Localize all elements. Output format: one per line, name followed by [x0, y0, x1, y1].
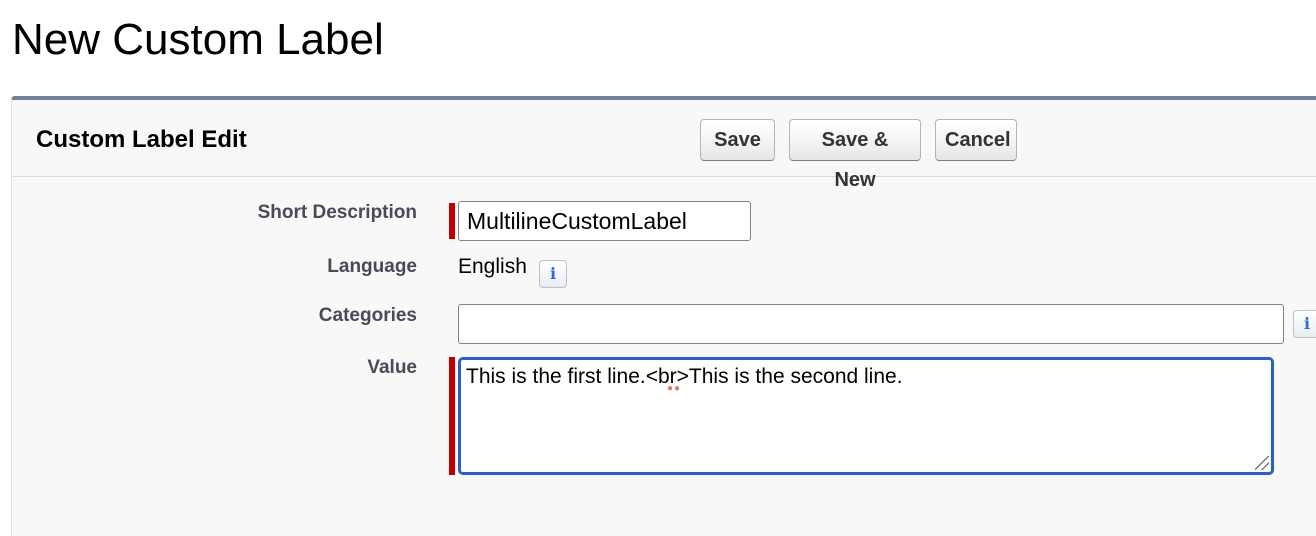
value-label: Value: [367, 357, 417, 378]
save-and-new-button[interactable]: Save & New: [789, 119, 921, 191]
categories-input[interactable]: [458, 304, 1284, 344]
short-description-input[interactable]: [458, 201, 751, 241]
page-title: New Custom Label: [12, 15, 384, 64]
panel-title: Custom Label Edit: [36, 126, 247, 153]
resize-handle-icon[interactable]: [1255, 456, 1269, 470]
categories-info-icon[interactable]: i: [1293, 310, 1316, 338]
value-textarea[interactable]: This is the first line.<br>This is the s…: [458, 357, 1274, 475]
cancel-button[interactable]: Cancel: [935, 119, 1017, 161]
custom-label-edit-panel: Custom Label Edit Save Save & New Cancel…: [11, 96, 1316, 536]
categories-label: Categories: [318, 305, 417, 326]
save-button[interactable]: Save: [700, 119, 775, 161]
required-indicator: [449, 203, 455, 239]
required-indicator: [449, 357, 455, 475]
language-label: Language: [327, 256, 417, 277]
panel-header: Custom Label Edit Save Save & New Cancel: [12, 100, 1316, 191]
short-description-label: Short Description: [257, 202, 417, 223]
spellcheck-marker: ●●: [667, 383, 682, 394]
language-value: English: [458, 255, 527, 278]
value-text: This is the first line.<br>This is the s…: [466, 365, 903, 388]
language-info-icon[interactable]: i: [539, 260, 567, 288]
